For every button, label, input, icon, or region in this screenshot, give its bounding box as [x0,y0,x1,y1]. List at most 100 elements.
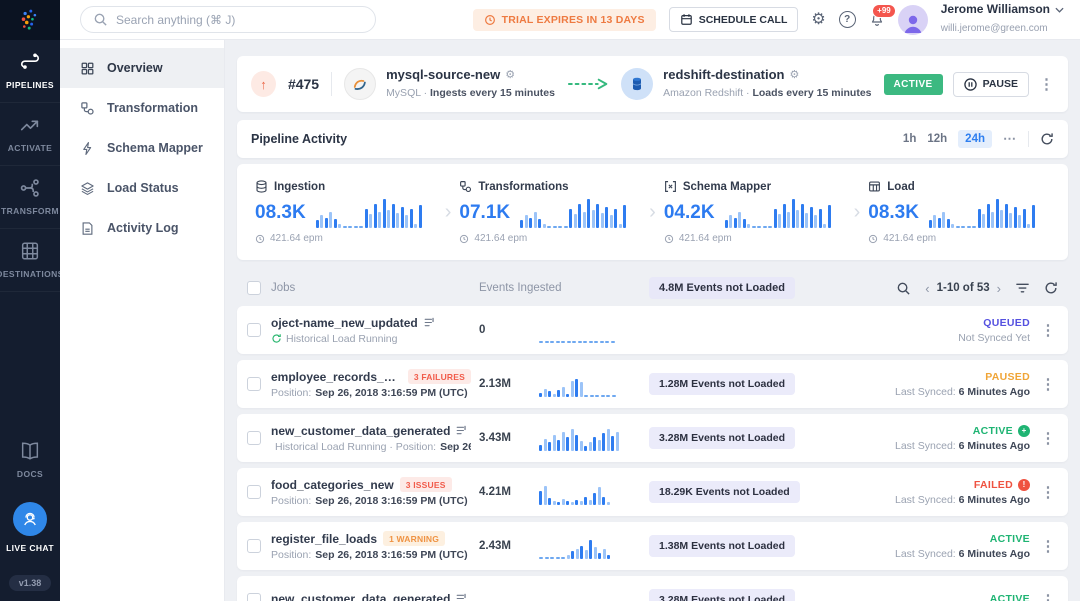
row-checkbox[interactable] [247,485,261,499]
schedule-call-button[interactable]: SCHEDULE CALL [669,7,799,32]
subnav-item-label: Transformation [107,101,198,115]
table-row[interactable]: oject-name_new_updated Historical Load R… [237,306,1068,354]
stage-transformations[interactable]: Transformations 07.1K 421.64 epm [453,180,647,244]
stage-rate: 421.64 epm [679,233,732,244]
pause-button[interactable]: PAUSE [953,72,1029,97]
subnav-item-load-status[interactable]: Load Status [60,168,224,208]
events-ingested-value: 2.13M [479,378,539,390]
stage-load[interactable]: Load 08.3K 421.64 epm [862,180,1056,244]
priority-arrow-icon: ↑ [251,71,276,97]
last-synced-value: 6 Minutes Ago [959,440,1030,452]
events-not-loaded-pill: 1.38M Events not Loaded [649,535,795,557]
user-email: willi.jerome@green.com [941,23,1048,34]
events-ingested-column-header: Events Ingested [479,282,539,294]
subnav-item-activity-log[interactable]: Activity Log [60,208,224,248]
settings-button[interactable]: ⚙︎ [811,12,825,28]
row-kebab-menu-icon[interactable]: ⋮ [1038,485,1058,500]
job-alert-badge: 1 WARNING [383,531,445,546]
subnav-item-transformation[interactable]: Transformation [60,88,224,128]
redshift-logo-icon [621,68,653,100]
source-node[interactable]: mysql-source-new ⚙︎ MySQL · Ingests ever… [344,67,555,102]
subnav-item-schema-mapper[interactable]: Schema Mapper [60,128,224,168]
refresh-icon [1040,132,1054,146]
transformation-icon [80,101,95,116]
destination-settings-icon[interactable]: ⚙︎ [790,68,800,82]
page-next-icon[interactable]: › [997,281,1001,296]
user-icon [901,11,925,35]
refresh-activity-button[interactable] [1040,132,1054,146]
sidebar-item-activate[interactable]: ACTIVATE [0,103,60,166]
clock-icon [459,234,469,244]
source-settings-icon[interactable]: ⚙︎ [505,68,515,82]
search-input[interactable] [116,13,363,27]
jobs-column-header: Jobs [271,282,471,294]
row-kebab-menu-icon[interactable]: ⋮ [1038,593,1058,601]
row-sparkline [539,425,649,451]
sidebar-item-transform[interactable]: TRANSFORM [0,166,60,229]
sidebar-item-pipelines[interactable]: PIPELINES [0,40,60,103]
row-checkbox[interactable] [247,323,261,337]
job-list-icon [456,593,467,601]
subnav-item-label: Schema Mapper [107,141,203,155]
events-not-loaded-pill: 3.28M Events not Loaded [649,427,795,449]
more-ranges-icon[interactable]: ⋯ [1003,131,1017,147]
last-synced-value: 6 Minutes Ago [959,548,1030,560]
pipeline-status-badge: ACTIVE [884,74,943,95]
job-name: new_customer_data_generated [271,424,450,438]
table-row[interactable]: new_customer_data_generated 3.28M Events… [237,576,1068,601]
job-subtext: Historical Load Running [286,333,397,345]
destination-node[interactable]: redshift-destination ⚙︎ Amazon Redshift … [621,67,871,102]
table-search-icon[interactable] [896,281,911,296]
row-checkbox[interactable] [247,593,261,601]
stage-sparkline [929,198,1035,228]
schema-mapper-icon [664,180,677,193]
row-kebab-menu-icon[interactable]: ⋮ [1038,323,1058,338]
table-row[interactable]: food_categories_new 3 ISSUES Position: S… [237,468,1068,516]
last-synced-label: Last Synced: [895,386,959,398]
clock-icon [484,14,496,26]
stage-value: 04.2K [664,202,715,224]
range-24h[interactable]: 24h [958,130,992,148]
mysql-logo-icon [344,68,376,100]
job-subtext: Position: [271,549,311,561]
row-kebab-menu-icon[interactable]: ⋮ [1038,539,1058,554]
divider [331,72,332,96]
pause-icon [964,78,977,91]
sidebar-item-label: DESTINATIONS [0,269,64,279]
transformations-icon [459,180,472,193]
pipeline-header-card: ↑ #475 mysql-source-new ⚙︎ [237,56,1068,112]
stage-ingestion[interactable]: Ingestion 08.3K 421.64 epm [249,180,443,244]
user-menu[interactable]: Jerome Williamson willi.jerome@green.com [941,2,1064,37]
load-status-icon [80,181,95,196]
sidebar-item-label: DOCS [17,469,43,479]
table-row[interactable]: register_file_loads 1 WARNING Position: … [237,522,1068,570]
subnav-item-overview[interactable]: Overview [60,48,224,88]
row-checkbox[interactable] [247,539,261,553]
range-12h[interactable]: 12h [927,133,947,145]
sidebar-item-docs[interactable]: DOCS [0,429,60,491]
row-sparkline [539,587,649,601]
pipeline-kebab-menu-icon[interactable]: ⋮ [1039,77,1054,92]
stage-schema-mapper[interactable]: Schema Mapper 04.2K 421.64 epm [658,180,852,244]
row-checkbox[interactable] [247,431,261,445]
avatar[interactable] [898,5,928,35]
row-kebab-menu-icon[interactable]: ⋮ [1038,431,1058,446]
row-kebab-menu-icon[interactable]: ⋮ [1038,377,1058,392]
page-prev-icon[interactable]: ‹ [925,281,929,296]
table-row[interactable]: employee_records_updated 3 FAILURES Posi… [237,360,1068,408]
filter-icon[interactable] [1015,281,1030,296]
schema-mapper-icon [80,141,95,156]
help-button[interactable]: ? [839,11,856,28]
notifications-button[interactable]: +99 [869,12,885,28]
table-refresh-icon[interactable] [1044,281,1058,295]
range-1h[interactable]: 1h [903,133,916,145]
select-all-checkbox[interactable] [247,281,261,295]
last-synced-label: Last Synced: [895,548,959,560]
table-row[interactable]: new_customer_data_generated Historical L… [237,414,1068,462]
global-search[interactable] [80,6,376,33]
source-name: mysql-source-new [386,67,500,84]
row-checkbox[interactable] [247,377,261,391]
app-logo[interactable] [0,0,60,40]
live-chat-button[interactable]: LIVE CHAT [0,491,60,565]
sidebar-item-destinations[interactable]: DESTINATIONS [0,229,60,292]
